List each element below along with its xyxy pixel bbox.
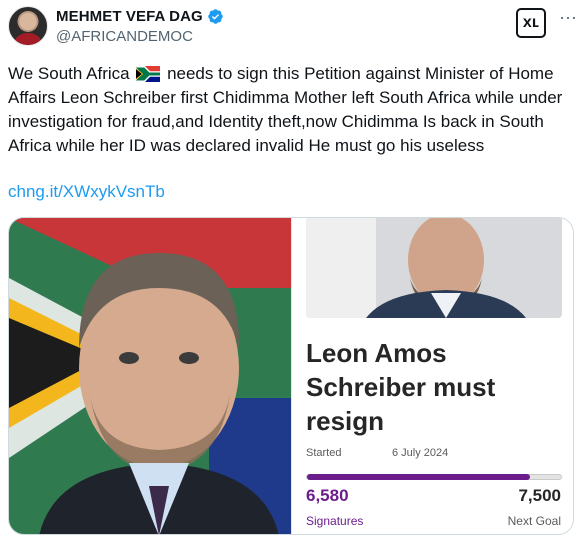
author-handle[interactable]: @AFRICANDEMOC xyxy=(56,28,193,45)
thumbnail-illustration xyxy=(306,218,562,318)
south-africa-flag-icon xyxy=(136,66,161,82)
goal-label: Next Goal xyxy=(507,514,561,528)
started-label: Started xyxy=(306,447,342,459)
signature-progress-bar xyxy=(306,474,562,480)
signature-progress-fill xyxy=(307,474,530,480)
petition-panel: Leon Amos Schreiber must resign Started … xyxy=(291,218,573,534)
verified-badge-icon xyxy=(208,9,223,24)
portrait-image[interactable] xyxy=(9,218,291,534)
petition-title[interactable]: Leon Amos Schreiber must resign xyxy=(306,336,562,438)
tweet-text-part1: We South Africa xyxy=(8,64,130,83)
signature-count: 6,580 xyxy=(306,486,349,505)
petition-thumbnail[interactable] xyxy=(306,218,562,318)
author-name[interactable]: MEHMET VEFA DAG xyxy=(56,8,203,25)
tweet-text: We South Africa needs to sign this Petit… xyxy=(8,62,574,158)
xai-logo-icon[interactable]: xʟ xyxy=(516,8,546,38)
avatar[interactable] xyxy=(8,6,48,46)
link-preview-card[interactable]: Leon Amos Schreiber must resign Started … xyxy=(8,217,574,535)
started-date: 6 July 2024 xyxy=(392,447,449,459)
author-name-row: MEHMET VEFA DAG xyxy=(56,8,224,25)
tweet-header: MEHMET VEFA DAG @AFRICANDEMOC xʟ ··· xyxy=(8,4,577,48)
goal-count: 7,500 xyxy=(518,486,561,505)
portrait-illustration xyxy=(9,218,291,534)
signatures-label: Signatures xyxy=(306,514,364,528)
more-icon[interactable]: ··· xyxy=(557,8,579,30)
petition-link[interactable]: chng.it/XWxykVsnTb xyxy=(8,182,165,202)
